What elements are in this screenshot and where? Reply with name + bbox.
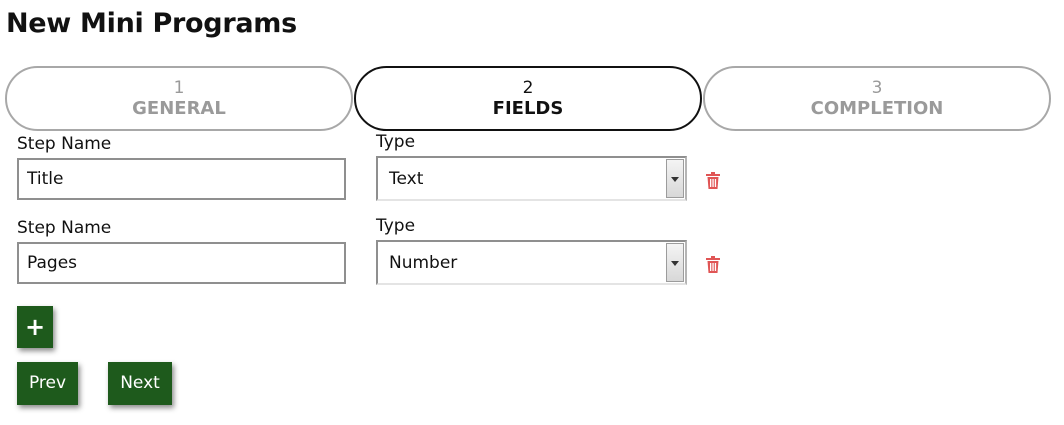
- type-select-value: Text: [389, 169, 424, 189]
- page-title: New Mini Programs: [6, 8, 297, 39]
- type-select[interactable]: Number: [376, 240, 687, 285]
- step-name-input[interactable]: [17, 158, 346, 200]
- chevron-down-icon[interactable]: [666, 243, 684, 282]
- next-button[interactable]: Next: [108, 362, 172, 405]
- step-label: FIELDS: [492, 98, 564, 119]
- step-number: 2: [522, 78, 534, 98]
- type-select-value: Number: [389, 253, 458, 273]
- step-fields[interactable]: 2 FIELDS: [354, 66, 702, 131]
- trash-icon[interactable]: [705, 256, 721, 274]
- stepper: 1 GENERAL 2 FIELDS 3 COMPLETION: [5, 66, 1051, 131]
- step-label: GENERAL: [132, 98, 226, 119]
- chevron-down-icon[interactable]: [666, 159, 684, 198]
- step-name-label: Step Name: [17, 134, 112, 154]
- field-row: Step Name Type Number: [17, 216, 737, 290]
- step-label: COMPLETION: [810, 98, 944, 119]
- trash-icon[interactable]: [705, 172, 721, 190]
- step-name-label: Step Name: [17, 218, 112, 238]
- step-completion[interactable]: 3 COMPLETION: [703, 66, 1051, 131]
- step-general[interactable]: 1 GENERAL: [5, 66, 353, 131]
- prev-button[interactable]: Prev: [17, 362, 78, 405]
- type-label: Type: [376, 132, 416, 152]
- add-field-button[interactable]: +: [17, 306, 53, 348]
- type-label: Type: [376, 216, 416, 236]
- field-row: Step Name Type Text: [17, 132, 737, 206]
- step-number: 3: [871, 78, 883, 98]
- step-number: 1: [173, 78, 185, 98]
- step-name-input[interactable]: [17, 242, 346, 284]
- type-select[interactable]: Text: [376, 156, 687, 201]
